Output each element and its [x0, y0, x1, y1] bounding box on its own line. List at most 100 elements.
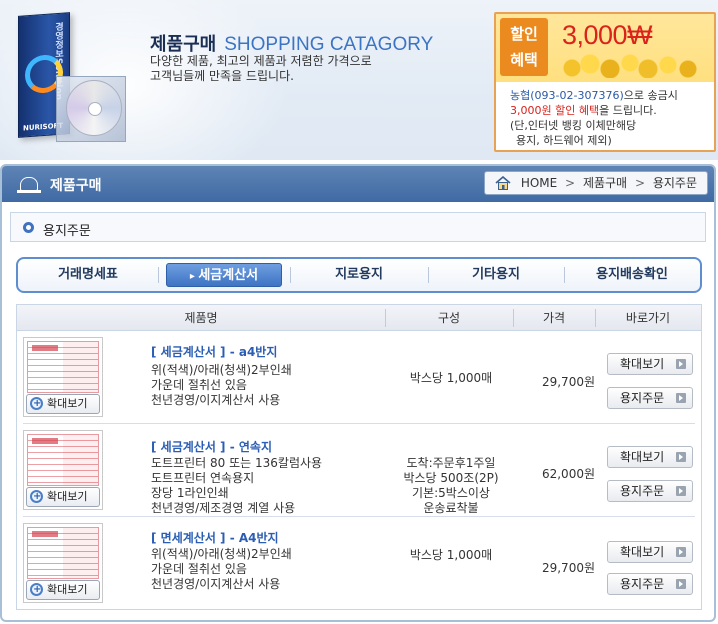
header-price: 가격	[542, 311, 566, 325]
button-label: 확대보기	[620, 357, 665, 371]
desc-line: 위(적색)/아래(청색)2부인쇄	[151, 547, 292, 561]
bank-account: 농협(093-02-307376)	[510, 89, 624, 102]
composition-line: 박스당 1,000매	[409, 371, 493, 385]
zoom-label: 확대보기	[47, 583, 88, 596]
tab-statement[interactable]: 거래명세표	[18, 259, 158, 291]
tab-bar: 거래명세표 세금계산서 지로용지 기타용지 용지배송확인	[16, 257, 702, 293]
desc-line: 천년경영/이지계산서 사용	[151, 577, 281, 591]
button-label: 용지주문	[620, 577, 665, 591]
zoom-view-button[interactable]: 확대보기	[607, 353, 693, 375]
discount-line-2: 3,000원 할인 혜택을 드립니다.	[510, 103, 678, 118]
order-paper-button[interactable]: 용지주문	[607, 480, 693, 502]
arrow-right-icon	[676, 486, 686, 496]
discount-info: 농협(093-02-307376)으로 송금시 3,000원 할인 혜택을 드립…	[510, 88, 678, 148]
product-price: 29,700원	[541, 561, 595, 575]
product-title[interactable]: [ 세금계산서 ] - 연속지	[151, 438, 272, 455]
product-composition: 도착:주문후1주일 박스당 500조(2P) 기본:5박스이상 운송료착불	[387, 456, 515, 516]
composition-line: 운송료착불	[423, 501, 479, 515]
button-label: 확대보기	[620, 545, 665, 559]
desc-line: 가운데 절취선 있음	[151, 378, 247, 392]
discount-tag-line: 할인	[510, 25, 538, 43]
table-row: 확대보기 [ 세금계산서 ] - a4반지 위(적색)/아래(청색)2부인쇄 가…	[17, 331, 701, 423]
discount-panel: 할인 혜택 3,000₩ 농협(093-02-307376)으로 송금시 3,0…	[494, 12, 716, 152]
breadcrumb-separator: >	[634, 176, 645, 190]
product-description: 도트프린터 80 또는 136칼럼사용 도트프린터 연속용지 장당 1라인인쇄 …	[151, 456, 322, 516]
arrow-right-icon	[676, 547, 686, 557]
composition-line: 기본:5박스이상	[412, 486, 490, 500]
tab-tax-invoice[interactable]: 세금계산서	[166, 263, 282, 287]
zoom-label: 확대보기	[47, 397, 88, 410]
arrow-right-icon	[676, 393, 686, 403]
discount-tag-line: 혜택	[510, 51, 538, 69]
section-title: 제품구매	[50, 178, 102, 194]
shopping-icon	[17, 177, 41, 193]
tab-delivery-check[interactable]: 용지배송확인	[564, 259, 700, 291]
header-composition: 구성	[437, 311, 461, 325]
desc-line: 천년경영/이지계산서 사용	[151, 393, 281, 407]
invoice-preview-image	[27, 434, 99, 486]
product-description: 위(적색)/아래(청색)2부인쇄 가운데 절취선 있음 천년경영/이지계산서 사…	[151, 363, 292, 408]
product-composition: 박스당 1,000매	[387, 371, 515, 386]
breadcrumb: HOME > 제품구매 > 용지주문	[483, 171, 708, 195]
banner-title: 제품구매 SHOPPING CATAGORY	[150, 30, 433, 56]
table-row: 확대보기 [ 세금계산서 ] - 연속지 도트프린터 80 또는 136칼럼사용…	[17, 424, 701, 516]
desc-line: 위(적색)/아래(청색)2부인쇄	[151, 363, 292, 377]
desc-line: 천년경영/제조경영 계열 사용	[151, 501, 296, 515]
banner-title-en: SHOPPING CATAGORY	[224, 34, 434, 55]
gold-coins-icon	[562, 54, 702, 78]
composition-line: 박스당 1,000매	[409, 548, 493, 562]
discount-tag: 할인 혜택	[500, 18, 548, 76]
product-title[interactable]: [ 세금계산서 ] - a4반지	[151, 343, 277, 360]
composition-line: 도착:주문후1주일	[406, 456, 496, 470]
tab-divider	[158, 267, 159, 283]
banner-title-ko: 제품구매	[150, 34, 217, 55]
arrow-right-icon	[676, 452, 686, 462]
shopping-banner: 경영정보Solution NURISOFT 제품구매 SHOPPING CATAG…	[0, 0, 718, 160]
banner-description: 다양한 제품, 최고의 제품과 저렴한 가격으로 고객님들께 만족을 드립니다.	[150, 54, 372, 84]
discount-line-3: (단,인터넷 뱅킹 이체만해당	[510, 119, 637, 132]
banner-desc-line: 다양한 제품, 최고의 제품과 저렴한 가격으로	[150, 54, 372, 68]
arrow-right-icon	[676, 579, 686, 589]
discount-text: 으로 송금시	[623, 89, 678, 102]
breadcrumb-current: 용지주문	[652, 176, 697, 190]
zoom-icon	[30, 488, 43, 506]
button-label: 용지주문	[620, 484, 665, 498]
tab-giro-paper[interactable]: 지로용지	[290, 259, 428, 291]
zoom-button[interactable]: 확대보기	[26, 487, 100, 507]
discount-amount: 3,000₩	[562, 20, 653, 50]
discount-line-1: 농협(093-02-307376)으로 송금시	[510, 88, 678, 103]
header-product-name: 제품명	[184, 311, 218, 325]
cd-disc-icon	[66, 80, 122, 136]
zoom-button[interactable]: 확대보기	[26, 580, 100, 600]
header-shortcut: 바로가기	[625, 311, 671, 325]
invoice-preview-image	[27, 341, 99, 393]
order-paper-button[interactable]: 용지주문	[607, 387, 693, 409]
discount-highlight: 3,000원 할인 혜택	[510, 104, 600, 117]
order-paper-button[interactable]: 용지주문	[607, 573, 693, 595]
zoom-view-button[interactable]: 확대보기	[607, 541, 693, 563]
product-price: 29,700원	[541, 375, 595, 389]
breadcrumb-home[interactable]: HOME	[521, 176, 557, 190]
arrow-right-icon	[676, 359, 686, 369]
product-thumbnail: 확대보기	[23, 430, 103, 510]
product-title[interactable]: [ 면세계산서 ] - A4반지	[151, 529, 279, 546]
zoom-label: 확대보기	[47, 490, 88, 503]
desc-line: 도트프린터 연속용지	[151, 471, 255, 485]
table-row: 확대보기 [ 면세계산서 ] - A4반지 위(적색)/아래(청색)2부인쇄 가…	[17, 517, 701, 609]
zoom-button[interactable]: 확대보기	[26, 394, 100, 414]
button-label: 용지주문	[620, 391, 665, 405]
button-label: 확대보기	[620, 450, 665, 464]
desc-line: 도트프린터 80 또는 136칼럼사용	[151, 456, 323, 470]
zoom-view-button[interactable]: 확대보기	[607, 446, 693, 468]
banner-desc-line: 고객님들께 만족을 드립니다.	[150, 69, 294, 83]
home-icon	[495, 176, 511, 190]
desc-line: 장당 1라인인쇄	[151, 486, 229, 500]
tab-other-paper[interactable]: 기타용지	[428, 259, 564, 291]
product-thumbnail: 확대보기	[23, 337, 103, 417]
discount-text: 을 드립니다.	[599, 104, 657, 117]
product-table: 제품명 구성 가격 바로가기 확대보기 [ 세금계산서 ] - a4반지 위(적…	[16, 304, 702, 610]
breadcrumb-item[interactable]: 제품구매	[583, 176, 627, 190]
main-content: 제품구매 HOME > 제품구매 > 용지주문 용지주문 거래명세표 세금계산서…	[0, 164, 716, 622]
zoom-icon	[30, 395, 43, 413]
product-thumbnail: 확대보기	[23, 523, 103, 603]
